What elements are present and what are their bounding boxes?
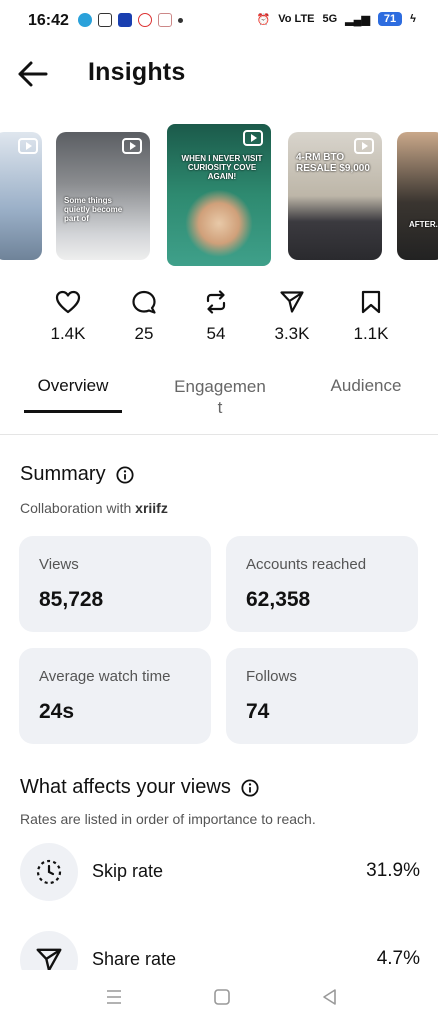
- back-nav-icon[interactable]: [320, 988, 340, 1006]
- home-nav-icon[interactable]: [212, 988, 232, 1006]
- app-icon: [138, 13, 152, 27]
- reel-caption: Some things quietly become part of: [64, 196, 123, 223]
- reel-thumbnail[interactable]: Some things quietly become part of: [56, 132, 150, 260]
- reel-caption: 4-RM BTO RESALE $9,000: [296, 152, 370, 174]
- likes-stat: 1.4K: [38, 290, 98, 344]
- app-icon: [158, 13, 172, 27]
- calendar-icon: [98, 13, 112, 27]
- card-value: 85,728: [39, 588, 104, 611]
- telegram-icon: [78, 13, 92, 27]
- reposts-count: 54: [206, 324, 226, 343]
- reels-carousel[interactable]: Some things quietly become part of WHEN …: [0, 122, 438, 270]
- accounts-reached-card: Accounts reached 62,358: [226, 536, 418, 632]
- reel-caption: AFTER...: [409, 220, 438, 229]
- header: Insights: [0, 48, 438, 100]
- card-label: Accounts reached: [246, 556, 367, 573]
- affects-title: What affects your views: [20, 776, 231, 798]
- collaboration-text: Collaboration with xriifz: [20, 500, 168, 516]
- shares-stat: 3.3K: [262, 290, 322, 344]
- status-right: ⏰ Vo LTE 5G ▂▄▆ 71 ϟ: [257, 12, 416, 26]
- more-notifications-dot: [178, 17, 183, 23]
- card-value: 62,358: [246, 588, 311, 611]
- views-card: Views 85,728: [19, 536, 211, 632]
- battery-level: 71: [377, 12, 403, 26]
- skip-timer-icon: [36, 859, 62, 885]
- active-tab-indicator: [24, 410, 122, 413]
- insights-tabs: Overview Engagemen t Audience: [0, 370, 438, 435]
- menu-nav-icon[interactable]: [104, 988, 124, 1006]
- follows-card: Follows 74: [226, 648, 418, 744]
- comment-icon: [132, 290, 156, 314]
- saves-stat: 1.1K: [341, 290, 401, 344]
- reel-thumbnail-selected[interactable]: WHEN I NEVER VISIT CURIOSITY COVE AGAIN!: [165, 122, 273, 268]
- tab-overview[interactable]: Overview: [24, 376, 122, 396]
- average-watch-time-card: Average watch time 24s: [19, 648, 211, 744]
- factor-name: Share rate: [92, 949, 177, 969]
- engagement-stats: 1.4K 25 54 3.3K 1.1K: [0, 290, 438, 350]
- factor-value: 31.9%: [366, 860, 420, 881]
- info-icon[interactable]: [241, 778, 259, 797]
- factor-icon-circle: [20, 843, 78, 901]
- card-label: Follows: [246, 668, 297, 685]
- status-time: 16:42: [28, 12, 69, 29]
- alarm-icon: ⏰: [256, 13, 271, 26]
- reel-thumbnail[interactable]: 4-RM BTO RESALE $9,000: [288, 132, 382, 260]
- shares-count: 3.3K: [274, 324, 310, 343]
- reposts-stat: 54: [186, 290, 246, 344]
- likes-count: 1.4K: [50, 324, 86, 343]
- card-label: Views: [39, 556, 79, 573]
- tab-engagement[interactable]: Engagemen t: [168, 376, 272, 418]
- skip-rate-row[interactable]: Skip rate 31.9%: [20, 843, 420, 903]
- summary-heading: Summary: [20, 463, 134, 486]
- reel-caption: WHEN I NEVER VISIT CURIOSITY COVE AGAIN!: [181, 154, 263, 181]
- factor-value: 4.7%: [376, 948, 420, 969]
- system-nav-bar: [0, 970, 438, 1024]
- saves-count: 1.1K: [353, 324, 389, 343]
- repost-icon: [206, 290, 226, 314]
- card-value: 74: [246, 700, 270, 723]
- card-label: Average watch time: [39, 668, 171, 685]
- notification-icons: [78, 13, 183, 27]
- page-title: Insights: [88, 58, 186, 86]
- summary-title: Summary: [20, 463, 106, 485]
- card-value: 24s: [39, 700, 75, 723]
- affects-subtitle: Rates are listed in order of importance …: [20, 811, 316, 827]
- tab-audience[interactable]: Audience: [320, 376, 412, 396]
- affects-heading: What affects your views: [20, 776, 259, 799]
- signal-label: 5G: [322, 13, 338, 25]
- charging-icon: ϟ: [410, 13, 416, 25]
- comments-count: 25: [134, 324, 154, 343]
- signal-icon: ▂▄▆: [345, 13, 370, 26]
- comments-stat: 25: [114, 290, 174, 344]
- back-arrow-icon[interactable]: [16, 60, 50, 88]
- status-bar: 16:42 ⏰ Vo LTE 5G ▂▄▆ 71 ϟ: [0, 0, 438, 42]
- app-icon: [118, 13, 132, 27]
- share-icon: [280, 291, 304, 313]
- factor-name: Skip rate: [92, 861, 164, 881]
- heart-icon: [55, 290, 81, 314]
- reel-thumbnail[interactable]: AFTER...: [397, 132, 438, 260]
- reel-thumbnail[interactable]: [0, 132, 42, 260]
- info-icon[interactable]: [116, 465, 134, 484]
- bookmark-icon: [361, 290, 381, 314]
- collaborator-username[interactable]: xriifz: [135, 500, 168, 516]
- volte-label: Vo LTE: [278, 13, 315, 25]
- collaboration-prefix: Collaboration with: [20, 500, 136, 516]
